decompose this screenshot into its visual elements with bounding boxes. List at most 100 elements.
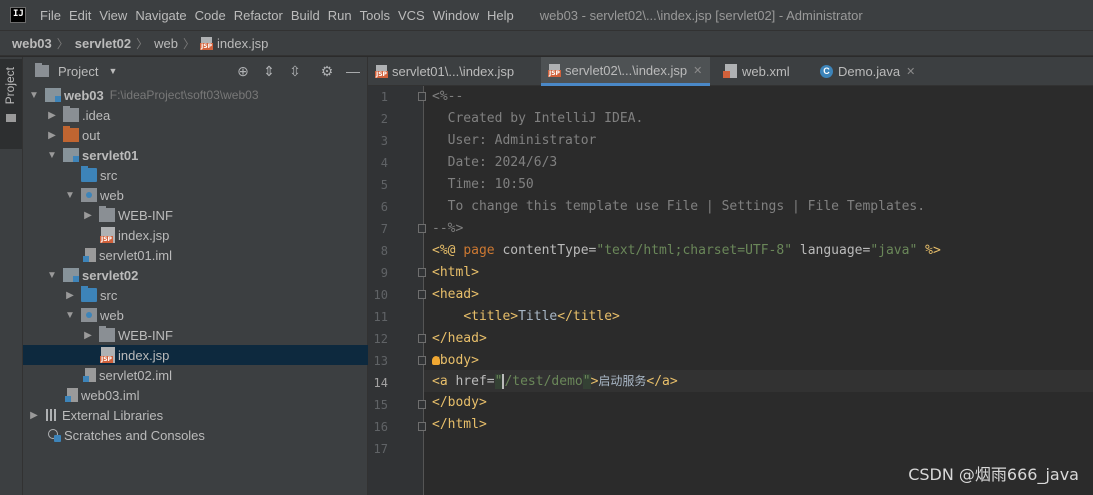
code-line-current: <a href="/test/demo">启动服务</a> xyxy=(432,370,678,392)
tree-item-web-inf[interactable]: ▶ WEB-INF xyxy=(23,205,427,225)
chevron-right-icon[interactable]: ▶ xyxy=(47,130,57,141)
code-token: page xyxy=(463,243,495,258)
locate-file-icon[interactable]: ⊕ xyxy=(235,63,251,79)
line-number[interactable]: 6 xyxy=(368,200,388,214)
tab-web-xml[interactable]: web.xml xyxy=(723,57,790,85)
breadcrumb-folder[interactable]: web xyxy=(154,36,178,51)
menu-file[interactable]: File xyxy=(36,8,65,23)
lightbulb-icon[interactable] xyxy=(432,356,440,365)
close-icon[interactable]: ✕ xyxy=(906,65,915,78)
line-number[interactable]: 16 xyxy=(368,420,388,434)
tree-item-web[interactable]: ▼ web xyxy=(23,185,409,205)
library-icon xyxy=(45,408,59,422)
line-number[interactable]: 13 xyxy=(368,354,388,368)
chevron-right-icon[interactable]: ▶ xyxy=(29,410,39,421)
tree-item-label: .idea xyxy=(82,107,111,123)
tree-item-web03[interactable]: ▼ web03 F:\ideaProject\soft03\web03 xyxy=(23,85,373,105)
menu-edit[interactable]: Edit xyxy=(65,8,95,23)
chevron-right-icon[interactable]: ▶ xyxy=(65,290,75,301)
tree-item-web03-iml[interactable]: web03.iml xyxy=(23,385,411,405)
close-icon[interactable]: ✕ xyxy=(693,64,702,77)
menu-refactor[interactable]: Refactor xyxy=(230,8,287,23)
breadcrumb-module[interactable]: servlet02 xyxy=(75,36,131,51)
collapse-all-icon[interactable]: ⇳ xyxy=(287,63,303,79)
module-icon xyxy=(45,88,61,102)
line-number[interactable]: 9 xyxy=(368,266,388,280)
tree-item-servlet02[interactable]: ▼ servlet02 xyxy=(23,265,391,285)
tab-label: servlet01\...\index.jsp xyxy=(392,63,515,79)
jsp-file-icon xyxy=(375,64,388,78)
module-icon xyxy=(63,148,79,162)
tree-item-servlet01[interactable]: ▼ servlet01 xyxy=(23,145,391,165)
code-token: <title> xyxy=(463,309,519,324)
intellij-logo-icon[interactable]: IJ xyxy=(10,7,26,23)
line-number[interactable]: 3 xyxy=(368,134,388,148)
chevron-down-icon[interactable]: ▼ xyxy=(47,270,57,281)
menu-tools[interactable]: Tools xyxy=(356,8,394,23)
line-number[interactable]: 5 xyxy=(368,178,388,192)
tree-item-web[interactable]: ▼ web xyxy=(23,305,409,325)
line-number[interactable]: 8 xyxy=(368,244,388,258)
menu-code[interactable]: Code xyxy=(191,8,230,23)
breadcrumb-file[interactable]: index.jsp xyxy=(217,36,268,51)
left-tool-strip: Project xyxy=(0,57,23,495)
chevron-down-icon[interactable]: ▼ xyxy=(65,310,75,321)
chevron-right-icon[interactable]: ▶ xyxy=(83,330,93,341)
chevron-down-icon[interactable]: ▼ xyxy=(29,90,39,101)
scratches-icon xyxy=(47,428,61,442)
menu-build[interactable]: Build xyxy=(287,8,324,23)
code-line: </html> xyxy=(432,417,487,432)
chevron-down-icon[interactable]: ▼ xyxy=(47,150,57,161)
project-view-selector[interactable]: Project xyxy=(58,64,98,79)
tree-item-idea[interactable]: ▶ .idea xyxy=(23,105,391,125)
tab-demo-java[interactable]: C Demo.java ✕ xyxy=(820,57,915,85)
expand-all-icon[interactable]: ⇕ xyxy=(261,63,277,79)
line-number[interactable]: 12 xyxy=(368,332,388,346)
tree-item-label: web03 xyxy=(64,87,104,103)
tab-servlet01-index-jsp[interactable]: servlet01\...\index.jsp xyxy=(375,57,515,85)
project-panel: Project ▼ ⊕ ⇕ ⇳ ⚙ — ▼ web03 F:\ideaProje… xyxy=(23,57,445,495)
tree-item-scratches[interactable]: Scratches and Consoles xyxy=(23,425,391,445)
chevron-right-icon[interactable]: ▶ xyxy=(83,210,93,221)
menu-navigate[interactable]: Navigate xyxy=(131,8,190,23)
tree-item-src[interactable]: src xyxy=(23,165,425,185)
line-number[interactable]: 17 xyxy=(368,442,388,456)
menu-help[interactable]: Help xyxy=(483,8,518,23)
menu-window[interactable]: Window xyxy=(429,8,483,23)
menu-run[interactable]: Run xyxy=(324,8,356,23)
chevron-down-icon[interactable]: ▼ xyxy=(65,190,75,201)
tree-item-label: web03.iml xyxy=(81,387,140,403)
xml-file-icon xyxy=(723,64,737,78)
tree-item-src[interactable]: ▶ src xyxy=(23,285,409,305)
current-line-number[interactable]: 14 xyxy=(368,376,388,390)
iml-file-icon xyxy=(83,248,96,262)
line-number[interactable]: 2 xyxy=(368,112,388,126)
tree-item-label: servlet02 xyxy=(82,267,139,283)
line-number[interactable]: 1 xyxy=(368,90,388,104)
line-number[interactable]: 7 xyxy=(368,222,388,236)
tree-item-web-inf[interactable]: ▶ WEB-INF xyxy=(23,325,427,345)
chevron-right-icon[interactable]: ▶ xyxy=(47,110,57,121)
line-number[interactable]: 15 xyxy=(368,398,388,412)
line-number[interactable]: 11 xyxy=(368,310,388,324)
code-line: </body> xyxy=(432,395,487,410)
gear-icon[interactable]: ⚙ xyxy=(319,63,335,79)
code-token: <%@ xyxy=(432,243,464,258)
code-line: <html> xyxy=(432,265,479,280)
project-tool-tab[interactable]: Project xyxy=(0,59,22,149)
tree-item-external-libraries[interactable]: ▶ External Libraries xyxy=(23,405,373,425)
chevron-down-icon[interactable]: ▼ xyxy=(108,66,117,76)
jsp-file-icon xyxy=(200,36,213,50)
code-line: Time: 10:50 xyxy=(432,177,534,192)
menu-view[interactable]: View xyxy=(95,8,131,23)
project-path: F:\ideaProject\soft03\web03 xyxy=(109,88,259,102)
tree-item-out[interactable]: ▶ out xyxy=(23,125,391,145)
breadcrumb-project[interactable]: web03 xyxy=(12,36,52,51)
menu-vcs[interactable]: VCS xyxy=(394,8,429,23)
line-number[interactable]: 4 xyxy=(368,156,388,170)
minimize-icon[interactable]: — xyxy=(345,63,361,79)
code-editor[interactable]: <%-- Created by IntelliJ IDEA. User: Adm… xyxy=(424,86,1093,495)
line-number[interactable]: 10 xyxy=(368,288,388,302)
tab-servlet02-index-jsp[interactable]: servlet02\...\index.jsp ✕ xyxy=(541,57,711,86)
